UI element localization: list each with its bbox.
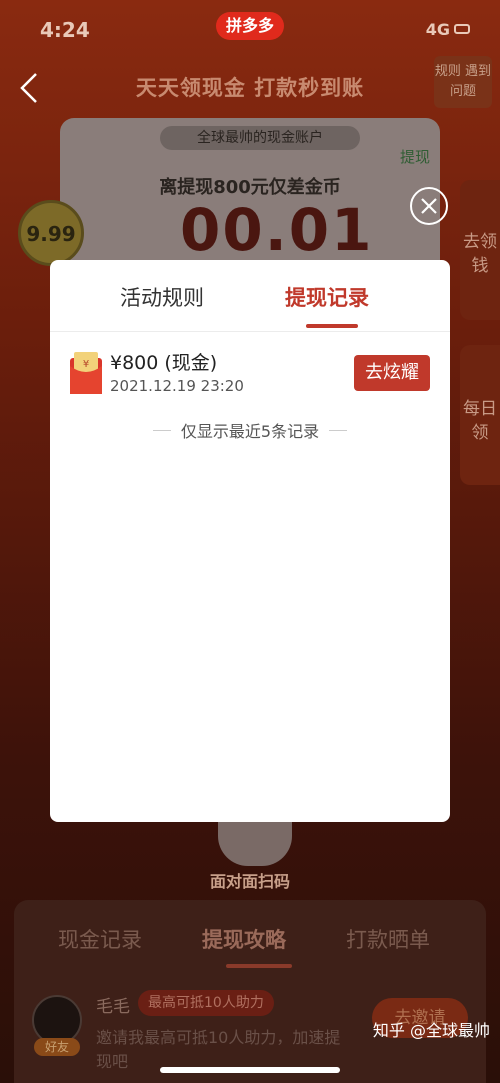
red-packet-icon: ¥: [70, 352, 102, 394]
cash-amount: 00.01: [180, 196, 374, 264]
close-icon[interactable]: [410, 187, 448, 225]
watermark: 知乎 @全球最帅: [372, 1021, 490, 1040]
avatar-tag: 好友: [34, 1038, 80, 1056]
modal-tabs: 活动规则 提现记录: [50, 260, 450, 332]
bottom-panel: 现金记录 提现攻略 打款晒单 好友 毛毛 最高可抵10人助力 邀请我最高可抵10…: [14, 900, 486, 1083]
recent-note-text: 仅显示最近5条记录: [180, 422, 320, 441]
divider: [152, 429, 171, 431]
record-amount: ¥800 (现金): [110, 352, 218, 374]
svg-text:¥: ¥: [83, 359, 89, 370]
coin-badge[interactable]: 9.99: [18, 200, 84, 266]
withdraw-records-modal: 活动规则 提现记录 ¥ ¥800 (现金) 2021.12.19 23:20 去…: [50, 260, 450, 822]
friend-name: 毛毛: [96, 997, 130, 1017]
recent-records-note: 仅显示最近5条记录: [50, 418, 450, 441]
flaunt-button[interactable]: 去炫耀: [354, 355, 430, 391]
list-item: ¥ ¥800 (现金) 2021.12.19 23:20 去炫耀: [68, 348, 432, 398]
cash-card: 全球最帅的现金账户 提现 离提现800元仅差金币 00.01: [60, 118, 440, 278]
home-indicator: [160, 1067, 340, 1073]
tab-withdraw-records[interactable]: 提现记录: [285, 282, 369, 312]
page-title: 天天领现金 打款秒到账: [135, 76, 365, 100]
tab-cash-records[interactable]: 现金记录: [58, 924, 142, 954]
tab-withdraw-guide[interactable]: 提现攻略: [202, 924, 286, 954]
side-tab-get-money[interactable]: 去领钱: [460, 180, 500, 320]
status-time: 4:24: [40, 18, 90, 42]
network-indicator: 4G: [425, 20, 450, 39]
tab-activity-rules[interactable]: 活动规则: [120, 282, 204, 312]
account-label: 全球最帅的现金账户: [160, 126, 360, 150]
withdraw-link[interactable]: 提现: [400, 146, 430, 167]
qr-label: 面对面扫码: [209, 872, 290, 891]
battery-icon: [454, 24, 470, 34]
divider: [329, 429, 348, 431]
app-logo: 拼多多: [216, 12, 284, 40]
bottom-tabs: 现金记录 提现攻略 打款晒单: [14, 924, 486, 968]
help-tag: 最高可抵10人助力: [138, 990, 274, 1016]
qr-code-icon[interactable]: [218, 816, 292, 866]
rules-tag[interactable]: 规则 遇到问题: [434, 56, 492, 108]
side-tab-daily[interactable]: 每日领: [460, 345, 500, 485]
active-tab-underline: [306, 324, 358, 328]
record-date: 2021.12.19 23:20: [110, 377, 244, 395]
active-tab-underline: [226, 964, 292, 968]
tab-payout-share[interactable]: 打款晒单: [346, 924, 430, 954]
